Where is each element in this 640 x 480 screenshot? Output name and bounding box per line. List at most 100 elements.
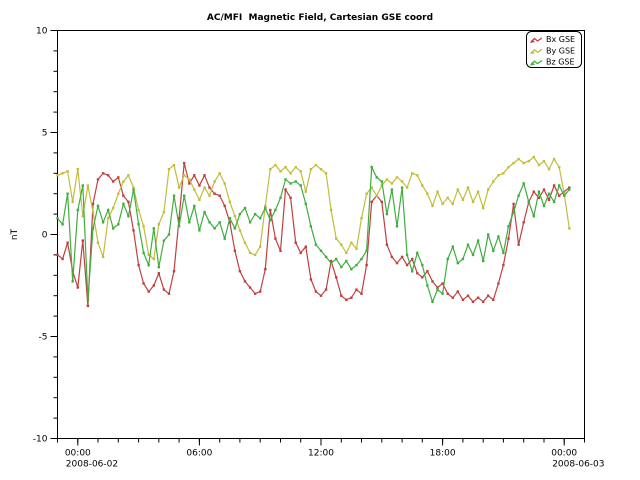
data-point-marker: [462, 199, 464, 201]
data-point-marker: [462, 299, 464, 301]
data-point-marker: [269, 219, 271, 221]
data-point-marker: [66, 170, 68, 172]
data-point-marker: [376, 195, 378, 197]
plot-svg: 1050-5-1000:002008-06-0206:0012:0018:000…: [0, 0, 640, 480]
data-point-marker: [107, 217, 109, 219]
data-point-marker: [492, 299, 494, 301]
data-point-marker: [381, 201, 383, 203]
data-point-marker: [426, 193, 428, 195]
data-point-marker: [112, 207, 114, 209]
data-point-marker: [325, 172, 327, 174]
data-point-marker: [528, 160, 530, 162]
data-point-marker: [365, 193, 367, 195]
data-point-marker: [219, 195, 221, 197]
data-point-marker: [168, 168, 170, 170]
data-point-marker: [178, 225, 180, 227]
data-point-marker: [213, 227, 215, 229]
data-point-marker: [360, 293, 362, 295]
data-point-marker: [224, 182, 226, 184]
data-point-marker: [553, 201, 555, 203]
data-point-marker: [482, 207, 484, 209]
data-point-marker: [335, 276, 337, 278]
data-point-marker: [452, 203, 454, 205]
data-point-marker: [553, 158, 555, 160]
data-point-marker: [274, 164, 276, 166]
data-point-marker: [421, 276, 423, 278]
data-point-marker: [436, 286, 438, 288]
data-point-marker: [198, 184, 200, 186]
data-point-marker: [193, 174, 195, 176]
data-point-marker: [97, 242, 99, 244]
data-point-marker: [295, 242, 297, 244]
data-point-marker: [183, 174, 185, 176]
data-point-marker: [467, 186, 469, 188]
data-point-marker: [284, 188, 286, 190]
data-point-marker: [325, 256, 327, 258]
data-point-marker: [92, 211, 94, 213]
data-point-marker: [153, 227, 155, 229]
data-point-marker: [249, 221, 251, 223]
data-point-marker: [234, 215, 236, 217]
data-point-marker: [122, 180, 124, 182]
data-point-marker: [153, 258, 155, 260]
data-point-marker: [365, 264, 367, 266]
data-point-marker: [401, 186, 403, 188]
data-point-marker: [477, 191, 479, 193]
data-point-marker: [411, 258, 413, 260]
data-point-marker: [533, 191, 535, 193]
x-tick-label: 00:00: [551, 449, 577, 459]
data-point-marker: [158, 266, 160, 268]
data-point-marker: [203, 174, 205, 176]
data-point-marker: [107, 209, 109, 211]
x-date-label: 2008-06-02: [66, 460, 118, 470]
data-point-marker: [142, 282, 144, 284]
data-point-marker: [310, 225, 312, 227]
data-point-marker: [548, 168, 550, 170]
data-point-marker: [295, 166, 297, 168]
data-point-marker: [87, 305, 89, 307]
data-point-marker: [315, 290, 317, 292]
data-point-marker: [224, 237, 226, 239]
data-point-marker: [482, 260, 484, 262]
data-point-marker: [512, 162, 514, 164]
data-point-marker: [56, 174, 58, 176]
data-point-marker: [330, 262, 332, 264]
data-point-marker: [548, 193, 550, 195]
data-point-marker: [533, 156, 535, 158]
x-axis: 00:002008-06-0206:0012:0018:0000:002008-…: [58, 439, 605, 470]
data-point-marker: [127, 215, 129, 217]
data-point-marker: [568, 188, 570, 190]
data-point-marker: [137, 223, 139, 225]
data-point-marker: [259, 217, 261, 219]
data-point-marker: [208, 221, 210, 223]
data-point-marker: [305, 191, 307, 193]
data-point-marker: [360, 258, 362, 260]
data-point-marker: [416, 272, 418, 274]
data-point-marker: [259, 290, 261, 292]
data-point-marker: [345, 252, 347, 254]
y-axis: 1050-5-10: [33, 27, 58, 445]
data-point-marker: [360, 217, 362, 219]
data-point-marker: [517, 244, 519, 246]
data-point-marker: [284, 178, 286, 180]
data-point-marker: [441, 293, 443, 295]
data-point-marker: [558, 166, 560, 168]
data-point-marker: [436, 191, 438, 193]
data-point-marker: [56, 217, 58, 219]
data-point-marker: [406, 254, 408, 256]
data-point-marker: [497, 235, 499, 237]
data-point-marker: [452, 246, 454, 248]
data-point-marker: [173, 270, 175, 272]
data-point-marker: [426, 284, 428, 286]
data-point-marker: [254, 254, 256, 256]
data-point-marker: [371, 201, 373, 203]
data-point-marker: [431, 301, 433, 303]
data-point-marker: [512, 203, 514, 205]
data-point-marker: [315, 164, 317, 166]
data-point-marker: [219, 172, 221, 174]
data-point-marker: [117, 176, 119, 178]
data-point-marker: [507, 225, 509, 227]
data-point-marker: [234, 250, 236, 252]
data-point-marker: [355, 288, 357, 290]
data-point-marker: [284, 166, 286, 168]
